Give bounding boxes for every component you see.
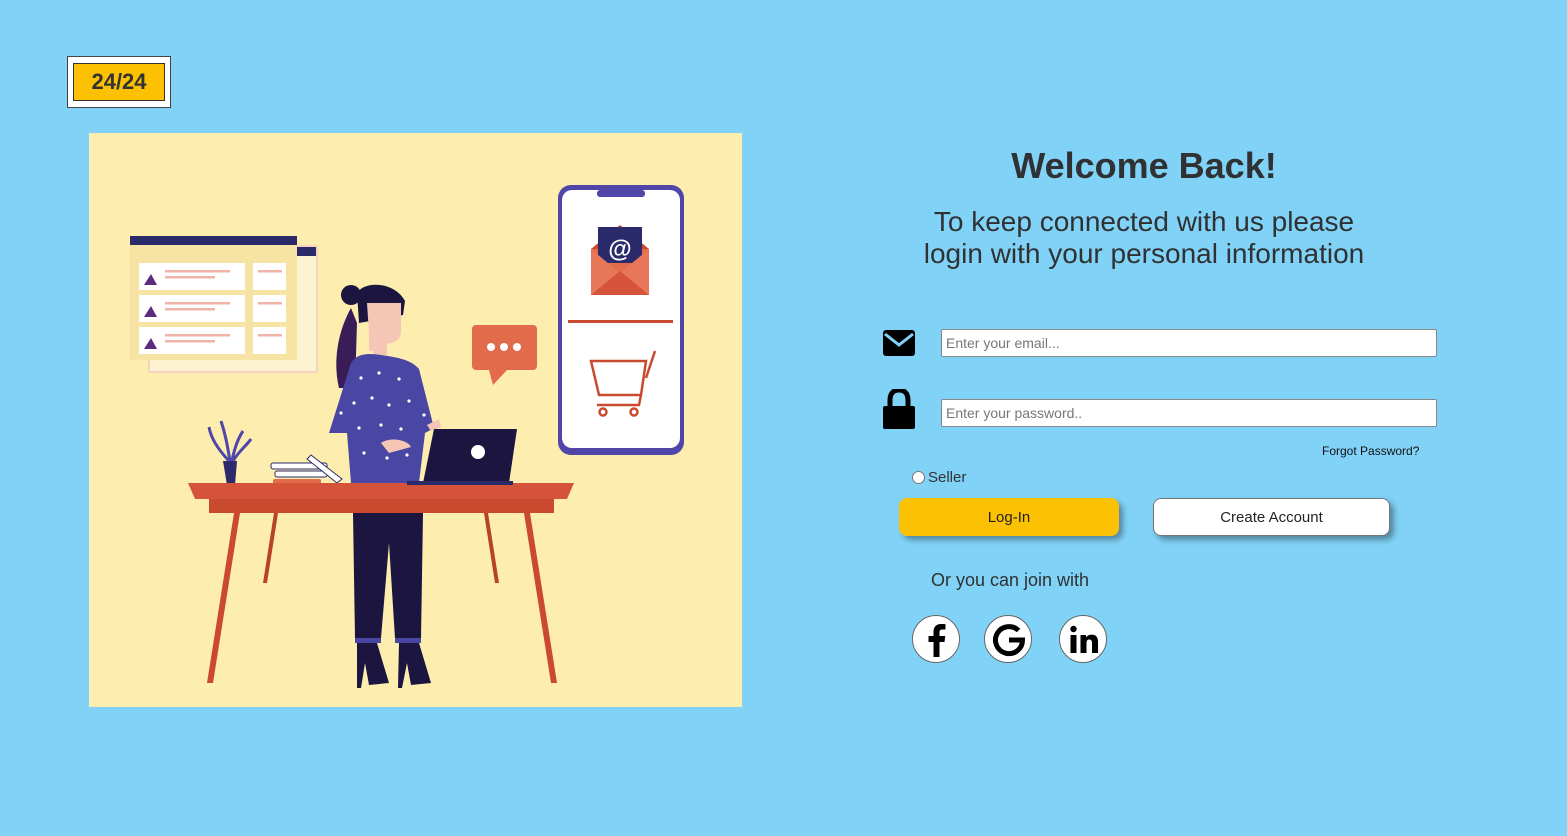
password-input[interactable] (941, 399, 1437, 427)
page-subtitle: To keep connected with us please login w… (890, 206, 1398, 270)
subtitle-line-2: login with your personal information (923, 238, 1365, 269)
envelope-icon (883, 330, 915, 356)
linkedin-icon (1070, 625, 1098, 653)
login-button[interactable]: Log-In (899, 498, 1119, 536)
linkedin-button[interactable] (1059, 615, 1107, 663)
join-with-text: Or you can join with (930, 570, 1090, 590)
phone-illustration: @ (558, 185, 684, 455)
email-input[interactable] (941, 329, 1437, 357)
hero-illustration: @ (89, 133, 742, 707)
at-sign-glyph: @ (608, 236, 631, 263)
envelope-icon: @ (591, 225, 649, 295)
brand-logo[interactable]: 24/24 (67, 56, 171, 108)
forgot-password-link[interactable]: Forgot Password? (1322, 444, 1419, 458)
seller-option[interactable]: Seller (911, 469, 966, 486)
facebook-icon (928, 624, 946, 657)
page-title: Welcome Back! (1011, 145, 1277, 186)
google-icon (993, 624, 1026, 657)
seller-radio[interactable] (912, 471, 925, 484)
facebook-button[interactable] (912, 615, 960, 663)
subtitle-line-1: To keep connected with us please (933, 206, 1355, 237)
chat-bubble-icon (472, 325, 537, 385)
plant-icon (207, 420, 253, 485)
books-illustration (270, 454, 343, 484)
browser-window-illustration (130, 236, 318, 373)
lock-icon (883, 389, 915, 429)
seller-label: Seller (928, 469, 967, 486)
google-button[interactable] (984, 615, 1032, 663)
brand-logo-text: 24/24 (73, 63, 165, 101)
create-account-button[interactable]: Create Account (1153, 498, 1390, 536)
